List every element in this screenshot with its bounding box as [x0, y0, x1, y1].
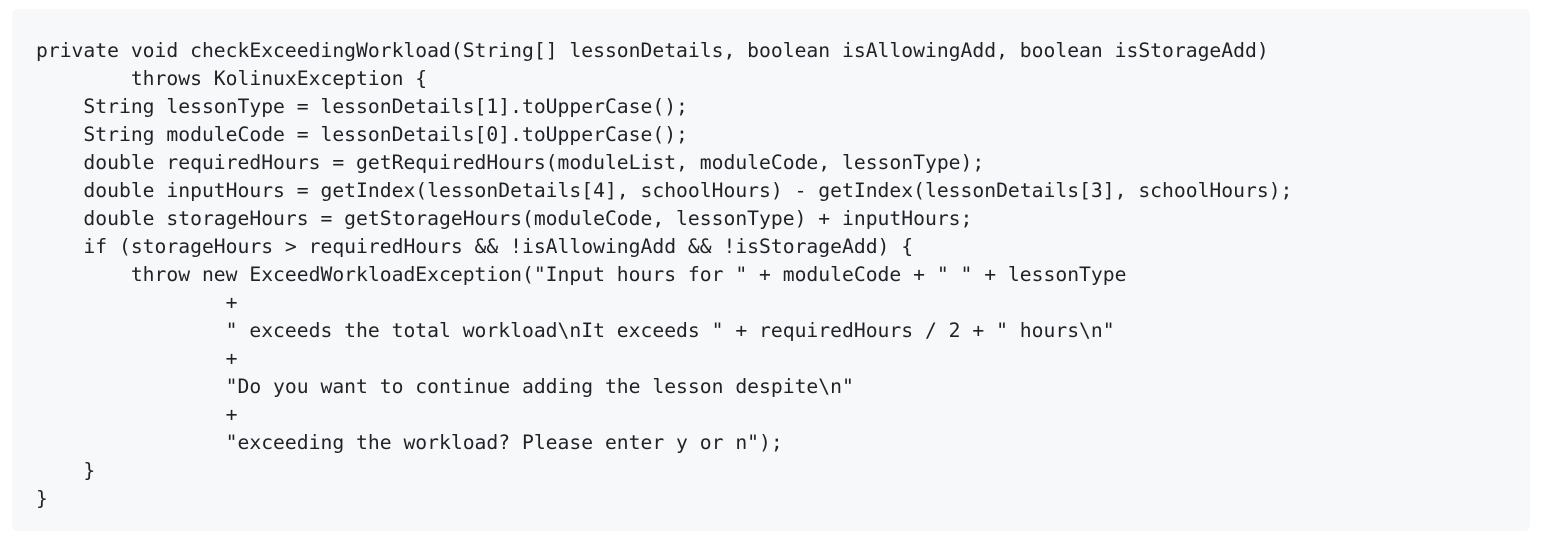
code-line: +	[36, 403, 238, 426]
code-line: private void checkExceedingWorkload(Stri…	[36, 39, 1269, 62]
code-line: +	[36, 347, 238, 370]
code-line: if (storageHours > requiredHours && !isA…	[36, 235, 914, 258]
code-block: private void checkExceedingWorkload(Stri…	[12, 9, 1530, 531]
code-line: double inputHours = getIndex(lessonDetai…	[36, 179, 1293, 202]
code-line: double storageHours = getStorageHours(mo…	[36, 207, 973, 230]
code-line: throws KolinuxException {	[36, 67, 428, 90]
code-line: "Do you want to continue adding the less…	[36, 375, 854, 398]
code-line: "exceeding the workload? Please enter y …	[36, 431, 783, 454]
code-line: String moduleCode = lessonDetails[0].toU…	[36, 123, 688, 146]
code-content: private void checkExceedingWorkload(Stri…	[36, 37, 1530, 513]
code-line: +	[36, 291, 238, 314]
code-line: }	[36, 487, 48, 510]
code-line: " exceeds the total workload\nIt exceeds…	[36, 319, 1115, 342]
code-line: double requiredHours = getRequiredHours(…	[36, 151, 985, 174]
code-line: String lessonType = lessonDetails[1].toU…	[36, 95, 688, 118]
code-line: throw new ExceedWorkloadException("Input…	[36, 263, 1127, 286]
code-line: }	[36, 459, 96, 482]
